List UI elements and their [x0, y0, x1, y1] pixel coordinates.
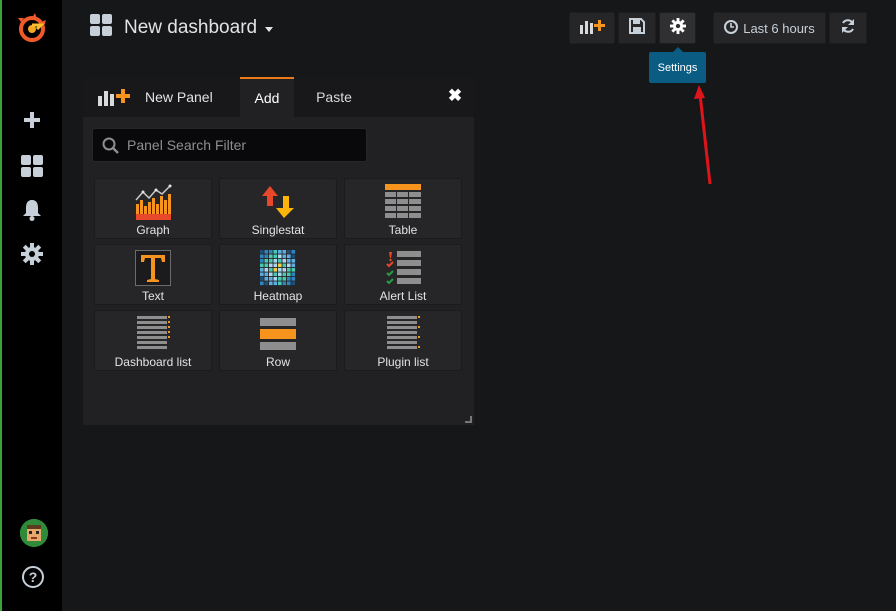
dashboard-list-icon [95, 316, 211, 354]
resize-handle[interactable] [465, 416, 472, 423]
graph-icon [95, 184, 211, 222]
add-panel-icon [97, 87, 133, 112]
panel-header: New Panel Add Paste ✖ [83, 77, 474, 117]
alert-list-icon [345, 250, 461, 288]
panel-search-input[interactable] [127, 129, 357, 161]
panel-card-label: Table [388, 223, 418, 237]
plugin-list-icon [345, 316, 461, 354]
close-icon[interactable]: ✖ [446, 86, 464, 105]
panel-card-label: Dashboard list [114, 355, 192, 369]
heatmap-icon [220, 250, 336, 288]
panel-search-box [92, 128, 367, 162]
panel-card-text[interactable]: Text [94, 244, 212, 305]
tab-paste[interactable]: Paste [301, 77, 367, 117]
panel-card-alert-list[interactable]: Alert List [344, 244, 462, 305]
panel-card-label: Plugin list [377, 355, 429, 369]
panel-card-label: Singlestat [251, 223, 305, 237]
singlestat-icon [220, 184, 336, 222]
text-icon [95, 250, 211, 288]
panel-card-graph[interactable]: Graph [94, 178, 212, 239]
panel-card-table[interactable]: Table [344, 178, 462, 239]
panel-card-label: Heatmap [253, 289, 303, 303]
row-icon [220, 316, 336, 354]
panel-card-label: Alert List [379, 289, 427, 303]
panel-card-row[interactable]: Row [219, 310, 337, 371]
table-icon [345, 184, 461, 222]
search-icon [102, 137, 119, 154]
panel-card-label: Graph [136, 223, 170, 237]
panel-header-title: New Panel [145, 89, 213, 105]
panel-card-label: Text [141, 289, 164, 303]
panel-card-singlestat[interactable]: Singlestat [219, 178, 337, 239]
panel-card-heatmap[interactable]: Heatmap [219, 244, 337, 305]
tab-label: Add [254, 90, 280, 106]
panel-card-label: Row [265, 355, 290, 369]
add-panel-widget: New Panel Add Paste ✖ Panel Search Filte… [83, 77, 474, 425]
panel-card-plugin-list[interactable]: Plugin list [344, 310, 462, 371]
tab-add[interactable]: Add [240, 77, 294, 117]
tab-label: Paste [316, 89, 352, 105]
panel-card-dashboard-list[interactable]: Dashboard list [94, 310, 212, 371]
